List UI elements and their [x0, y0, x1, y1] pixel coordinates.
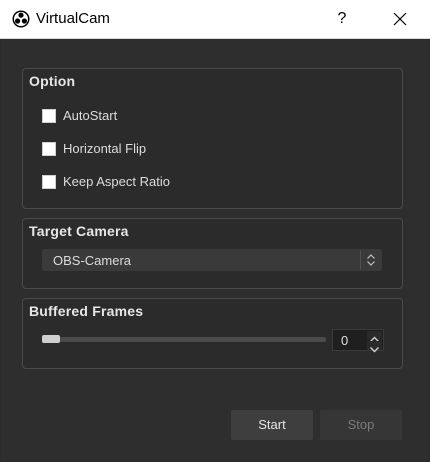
close-icon [393, 12, 407, 26]
obs-logo-icon [12, 10, 30, 28]
keep-aspect-ratio-label: Keep Aspect Ratio [63, 174, 170, 189]
target-camera-group-title: Target Camera [29, 223, 129, 239]
target-camera-select[interactable]: OBS-Camera [42, 249, 382, 271]
help-button[interactable]: ? [326, 0, 358, 38]
close-button[interactable] [380, 0, 420, 38]
buffered-frames-slider[interactable] [42, 337, 326, 342]
horizontal-flip-label: Horizontal Flip [63, 141, 147, 156]
spin-up-button[interactable] [367, 331, 382, 342]
autostart-label: AutoStart [63, 108, 118, 123]
title-bar: VirtualCam ? [0, 0, 430, 39]
buffered-frames-spinbox[interactable]: 0 [332, 329, 384, 353]
keep-aspect-ratio-checkbox[interactable] [42, 175, 56, 189]
window-title: VirtualCam [36, 10, 110, 27]
chevron-down-icon [370, 347, 379, 353]
option-group-title: Option [29, 73, 76, 89]
buffered-frames-group: Buffered Frames 0 [22, 298, 403, 369]
dialog-body: Option AutoStart Horizontal Flip Keep As… [1, 39, 429, 461]
updown-arrows-icon [360, 250, 381, 270]
buffered-frames-slider-handle[interactable] [42, 335, 60, 343]
horizontal-flip-checkbox[interactable] [42, 142, 56, 156]
target-camera-selected: OBS-Camera [53, 253, 132, 268]
autostart-checkbox[interactable] [42, 109, 56, 123]
target-camera-group: Target Camera OBS-Camera [22, 218, 403, 289]
start-button[interactable]: Start [231, 410, 313, 440]
spin-down-button[interactable] [367, 341, 382, 353]
stop-button[interactable]: Stop [320, 410, 402, 440]
option-group: Option AutoStart Horizontal Flip Keep As… [22, 68, 403, 209]
buffered-frames-value: 0 [341, 333, 349, 348]
buffered-frames-group-title: Buffered Frames [29, 303, 144, 319]
